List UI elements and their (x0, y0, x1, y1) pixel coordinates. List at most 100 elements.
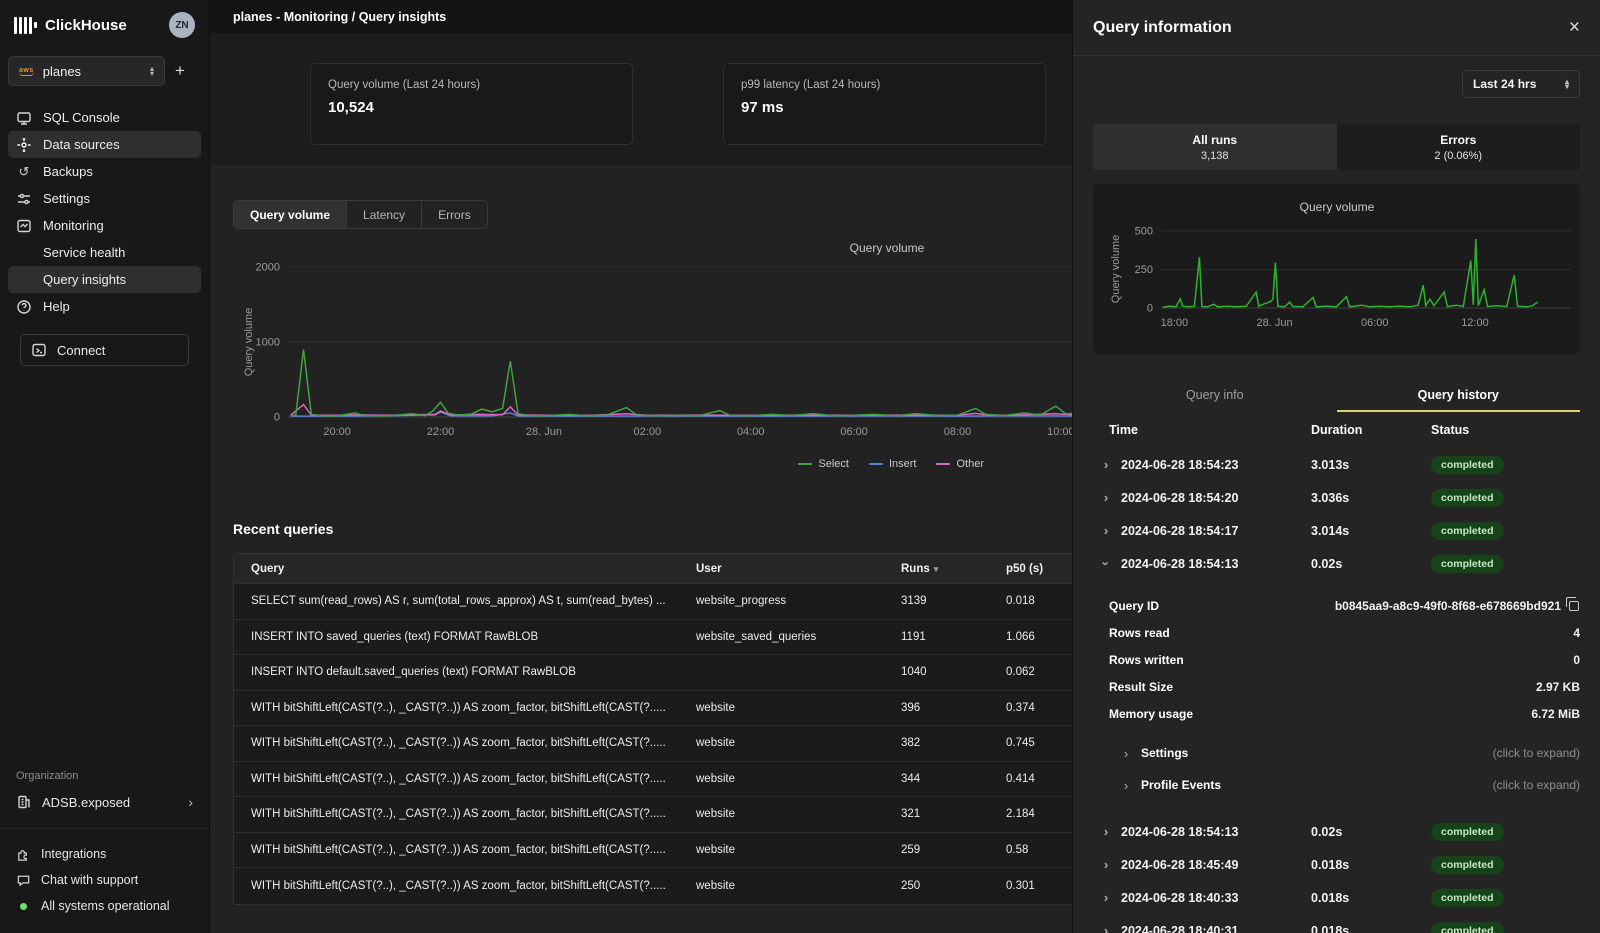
sidebar-item-integrations[interactable]: Integrations (0, 841, 209, 867)
svg-text:12:00: 12:00 (1461, 317, 1489, 329)
sidebar-item-backups[interactable]: ↺ Backups (8, 158, 201, 185)
expand-hint: (click to expand) (1493, 778, 1580, 792)
svg-text:28. Jun: 28. Jun (1257, 317, 1293, 329)
panel-header: Query information × (1073, 0, 1600, 56)
sidebar-item-monitoring[interactable]: Monitoring (8, 212, 201, 239)
table-row[interactable]: WITH bitShiftLeft(CAST(?..), _CAST(?..))… (234, 797, 1072, 833)
system-status-row[interactable]: All systems operational (0, 893, 209, 919)
query-cell: SELECT sum(read_rows) AS r, sum(total_ro… (234, 595, 679, 607)
stat-card-p99-latency: p99 latency (Last 24 hours) 97 ms (723, 63, 1046, 145)
service-selector[interactable]: aws planes ▴▾ (8, 56, 165, 86)
query-run-row[interactable]: ›2024-06-28 18:40:310.018scompleted (1093, 914, 1580, 933)
column-header-query[interactable]: Query (234, 563, 679, 575)
run-duration: 3.013s (1311, 458, 1431, 472)
sidebar-item-settings[interactable]: Settings (8, 185, 201, 212)
run-duration: 0.02s (1311, 557, 1431, 571)
query-information-panel: Query information × Last 24 hrs ▴▾ All r… (1072, 0, 1600, 933)
svg-text:08:00: 08:00 (944, 426, 972, 438)
table-row[interactable]: INSERT INTO saved_queries (text) FORMAT … (234, 620, 1072, 656)
tab-errors[interactable]: Errors (422, 201, 487, 228)
user-cell: website_saved_queries (679, 631, 884, 643)
sidebar-item-help[interactable]: Help (8, 293, 201, 320)
query-run-row[interactable]: ›2024-06-28 18:45:490.018scompleted (1093, 848, 1580, 881)
sidebar-item-sql-console[interactable]: SQL Console (8, 104, 201, 131)
p50-cell: 0.374 (989, 702, 1072, 714)
detail-row: Query IDb0845aa9-a8c9-49f0-8f68-e678669b… (1093, 592, 1580, 619)
chart-legend: Select Insert Other (210, 458, 1072, 470)
legend-item-insert[interactable]: Insert (869, 458, 917, 470)
run-time: 2024-06-28 18:54:13 (1121, 825, 1238, 839)
connect-button[interactable]: Connect (20, 334, 189, 366)
tab-query-volume[interactable]: Query volume (234, 201, 347, 228)
detail-label: Rows written (1093, 653, 1293, 667)
copy-icon[interactable] (1569, 601, 1579, 611)
sidebar-item-data-sources[interactable]: Data sources (8, 131, 201, 158)
user-avatar[interactable]: ZN (169, 12, 195, 38)
help-icon (16, 299, 32, 315)
query-run-row[interactable]: ›2024-06-28 18:54:130.02scompleted (1093, 547, 1580, 580)
table-row[interactable]: WITH bitShiftLeft(CAST(?..), _CAST(?..))… (234, 762, 1072, 798)
sidebar-item-query-insights[interactable]: Query insights (8, 266, 201, 293)
query-run-row[interactable]: ›2024-06-28 18:54:233.013scompleted (1093, 448, 1580, 481)
query-cell: WITH bitShiftLeft(CAST(?..), _CAST(?..))… (234, 737, 679, 749)
query-volume-chart: 01000200020:0022:0028. Jun02:0004:0006:0… (210, 232, 1072, 484)
query-run-row[interactable]: ›2024-06-28 18:40:330.018scompleted (1093, 881, 1580, 914)
chevron-down-icon: › (1099, 559, 1114, 569)
p50-cell: 0.062 (989, 666, 1072, 678)
table-row[interactable]: WITH bitShiftLeft(CAST(?..), _CAST(?..))… (234, 868, 1072, 904)
table-row[interactable]: INSERT INTO default.saved_queries (text)… (234, 655, 1072, 691)
chart-icon (16, 218, 32, 234)
clickhouse-logo-icon (14, 17, 37, 34)
segment-errors[interactable]: Errors 2 (0.06%) (1337, 124, 1581, 170)
add-service-button[interactable]: + (165, 61, 195, 81)
chevron-updown-icon: ▴▾ (1565, 79, 1569, 89)
column-header-user[interactable]: User (679, 563, 884, 575)
runs-cell: 250 (884, 880, 989, 892)
time-range-dropdown[interactable]: Last 24 hrs ▴▾ (1462, 70, 1580, 98)
table-row[interactable]: WITH bitShiftLeft(CAST(?..), _CAST(?..))… (234, 691, 1072, 727)
sidebar: ClickHouse ZN aws planes ▴▾ + SQL Consol… (0, 0, 210, 933)
sidebar-item-label: Settings (43, 191, 90, 206)
svg-text:Query volume: Query volume (850, 241, 925, 255)
panel-tabs: Query info Query history (1093, 380, 1580, 412)
expandable-row[interactable]: ›Settings(click to expand) (1093, 737, 1580, 769)
query-cell: WITH bitShiftLeft(CAST(?..), _CAST(?..))… (234, 702, 679, 714)
panel-title: Query information (1093, 19, 1232, 37)
tab-query-info[interactable]: Query info (1093, 380, 1337, 412)
run-duration: 3.036s (1311, 491, 1431, 505)
chevron-right-icon: › (1101, 457, 1111, 472)
close-icon[interactable]: × (1569, 18, 1580, 37)
detail-row: Result Size2.97 KB (1093, 673, 1580, 700)
sidebar-item-chat-support[interactable]: Chat with support (0, 867, 209, 893)
legend-item-other[interactable]: Other (936, 458, 984, 470)
column-header-p50[interactable]: p50 (s) (989, 563, 1072, 575)
query-run-row[interactable]: ›2024-06-28 18:54:130.02scompleted (1093, 815, 1580, 848)
expandable-row[interactable]: ›Profile Events(click to expand) (1093, 769, 1580, 801)
organization-name: ADSB.exposed (42, 795, 178, 810)
legend-item-select[interactable]: Select (798, 458, 849, 470)
query-run-row[interactable]: ›2024-06-28 18:54:173.014scompleted (1093, 514, 1580, 547)
connect-label: Connect (57, 343, 105, 358)
run-duration: 0.02s (1311, 825, 1431, 839)
table-row[interactable]: WITH bitShiftLeft(CAST(?..), _CAST(?..))… (234, 726, 1072, 762)
stat-value: 10,524 (328, 99, 615, 116)
column-header-time: Time (1093, 423, 1311, 437)
tab-latency[interactable]: Latency (347, 201, 422, 228)
chevron-right-icon: › (1121, 778, 1131, 793)
column-header-runs[interactable]: Runs▾ (884, 563, 989, 575)
segment-all-runs[interactable]: All runs 3,138 (1093, 124, 1337, 170)
detail-row: Rows written0 (1093, 646, 1580, 673)
svg-text:04:00: 04:00 (737, 426, 765, 438)
user-cell: website_progress (679, 595, 884, 607)
organization-row[interactable]: ADSB.exposed › (0, 788, 209, 816)
p50-cell: 1.066 (989, 631, 1072, 643)
status-badge: completed (1431, 922, 1504, 933)
sidebar-item-service-health[interactable]: Service health (8, 239, 201, 266)
query-run-row[interactable]: ›2024-06-28 18:54:203.036scompleted (1093, 481, 1580, 514)
table-row[interactable]: WITH bitShiftLeft(CAST(?..), _CAST(?..))… (234, 833, 1072, 869)
run-time: 2024-06-28 18:40:31 (1121, 924, 1238, 933)
tab-query-history[interactable]: Query history (1337, 380, 1581, 412)
query-cell: WITH bitShiftLeft(CAST(?..), _CAST(?..))… (234, 773, 679, 785)
user-cell: website (679, 880, 884, 892)
table-row[interactable]: SELECT sum(read_rows) AS r, sum(total_ro… (234, 584, 1072, 620)
